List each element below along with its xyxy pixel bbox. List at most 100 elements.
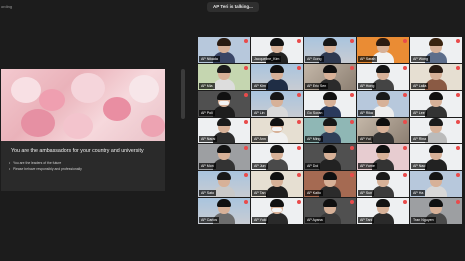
- muted-mic-icon: [244, 119, 248, 124]
- participant-tile[interactable]: Jacqueline_Kim: [251, 37, 303, 63]
- participant-tile[interactable]: AP Carlos: [198, 198, 250, 224]
- participant-video: [266, 199, 288, 224]
- muted-mic-icon: [297, 200, 301, 205]
- participant-tile[interactable]: AP Jun: [251, 144, 303, 171]
- participant-tile[interactable]: Go Soran: [304, 90, 356, 117]
- participant-tile[interactable]: AP Ha: [410, 171, 462, 198]
- muted-mic-icon: [456, 65, 460, 70]
- muted-mic-icon: [456, 39, 460, 43]
- muted-mic-icon: [350, 92, 354, 97]
- participant-tile[interactable]: AP Narai: [198, 117, 250, 144]
- participant-video: [425, 91, 447, 117]
- participant-name: Go Soran: [305, 109, 325, 116]
- muted-mic-icon: [297, 146, 301, 151]
- participant-tile[interactable]: AP Mia: [198, 63, 250, 90]
- participant-tile[interactable]: AP Sarah: [357, 37, 409, 63]
- participant-name: AP Yui: [358, 136, 373, 143]
- shared-screen[interactable]: You are the ambassadors for your country…: [1, 69, 165, 191]
- muted-mic-icon: [403, 119, 407, 124]
- participant-tile[interactable]: AP Rina: [410, 117, 462, 144]
- participant-name: AP Lin: [252, 109, 267, 116]
- muted-mic-icon: [403, 200, 407, 205]
- participant-name: Tran Nguyen: [411, 217, 436, 223]
- participant-tile[interactable]: AP Ann: [251, 117, 303, 144]
- participant-name: AP Tan: [252, 190, 268, 197]
- participant-tile[interactable]: AP Mon: [198, 144, 250, 171]
- participant-tile[interactable]: AP Lee: [410, 90, 462, 117]
- participant-tile[interactable]: AP Nikada: [198, 37, 250, 63]
- muted-mic-icon: [350, 173, 354, 178]
- muted-mic-icon: [456, 146, 460, 151]
- participant-name: AP Rika: [358, 109, 375, 116]
- participant-tile[interactable]: AP Nao: [410, 144, 462, 171]
- participant-tile[interactable]: AP Tan: [251, 171, 303, 198]
- participant-video: [213, 91, 235, 117]
- participant-tile[interactable]: AP Ayana: [304, 198, 356, 224]
- participant-tile[interactable]: AP Lin: [251, 90, 303, 117]
- participant-tile[interactable]: AP Rika: [357, 90, 409, 117]
- participant-video: [266, 145, 288, 171]
- slide-title: You are the ambassadors for your country…: [11, 148, 144, 154]
- participant-tile[interactable]: AP Doi: [304, 144, 356, 171]
- participant-name: AP Sun: [358, 190, 375, 197]
- participant-name: AP Gong: [305, 55, 324, 62]
- muted-mic-icon: [244, 173, 248, 178]
- participant-tile[interactable]: AP Tani: [357, 198, 409, 224]
- participant-video: [213, 172, 235, 198]
- participant-video: [425, 145, 447, 171]
- muted-mic-icon: [456, 119, 460, 124]
- active-speaker-indicator: AP Teri is talking...: [207, 2, 259, 12]
- panel-resize-handle[interactable]: [181, 69, 185, 119]
- participant-tile[interactable]: AP Poli: [198, 90, 250, 117]
- muted-mic-icon: [403, 146, 407, 151]
- participant-name: Jacqueline_Kim: [252, 55, 282, 62]
- participant-video: [372, 199, 394, 224]
- participant-name: AP Hong: [358, 82, 377, 89]
- slide-caption: You are the ambassadors for your country…: [1, 141, 165, 191]
- muted-mic-icon: [350, 146, 354, 151]
- participant-tile[interactable]: AP Ming: [304, 117, 356, 144]
- muted-mic-icon: [456, 92, 460, 97]
- participant-video: [266, 64, 288, 90]
- participant-name: AP Yuki: [252, 217, 269, 223]
- participant-tile[interactable]: AP Eric Sen: [304, 63, 356, 90]
- participant-name: AP Laila: [411, 82, 429, 89]
- participant-video: [425, 172, 447, 198]
- muted-mic-icon: [244, 39, 248, 43]
- participant-name: AP Eric Sen: [305, 82, 329, 89]
- participant-tile[interactable]: AP Sun: [357, 171, 409, 198]
- participant-tile[interactable]: AP Kim: [251, 63, 303, 90]
- participant-name: AP Ayana: [305, 217, 325, 223]
- meeting-top-bar: ording AP Teri is talking...: [0, 0, 465, 16]
- participant-tile[interactable]: AP Yume: [357, 144, 409, 171]
- muted-mic-icon: [244, 200, 248, 205]
- participant-tile[interactable]: AP Yui: [357, 117, 409, 144]
- participant-video: [266, 172, 288, 198]
- participant-name: AP Kaito: [305, 190, 323, 197]
- participant-name: AP Yume: [358, 163, 377, 170]
- participant-name: AP Nikada: [199, 55, 220, 62]
- participant-tile[interactable]: AP Laila: [410, 63, 462, 90]
- participant-tile[interactable]: AP Yuki: [251, 198, 303, 224]
- participant-tile[interactable]: AP Gong: [304, 37, 356, 63]
- participant-gallery: AP Nikada Jacqueline_Kim AP Gong AP Sarah AP…: [198, 37, 462, 224]
- muted-mic-icon: [297, 92, 301, 97]
- participant-video: [372, 91, 394, 117]
- participant-video: [266, 91, 288, 117]
- participant-name: AP Lee: [411, 109, 427, 116]
- participant-name: AP Narai: [199, 136, 218, 143]
- participant-tile[interactable]: AP Wong: [410, 37, 462, 63]
- participant-name: AP Poli: [199, 109, 215, 116]
- participant-name: AP Sato: [199, 190, 217, 197]
- participant-name: AP Carlos: [199, 217, 220, 223]
- participant-name: AP Ming: [305, 136, 323, 143]
- participant-name: AP Rina: [411, 136, 429, 143]
- participant-tile[interactable]: AP Kaito: [304, 171, 356, 198]
- participant-name: AP Mon: [199, 163, 216, 170]
- participant-tile[interactable]: AP Sato: [198, 171, 250, 198]
- participant-video: [372, 118, 394, 144]
- recording-label: ording: [1, 4, 13, 9]
- muted-mic-icon: [403, 92, 407, 97]
- participant-tile[interactable]: AP Hong: [357, 63, 409, 90]
- participant-tile[interactable]: Tran Nguyen: [410, 198, 462, 224]
